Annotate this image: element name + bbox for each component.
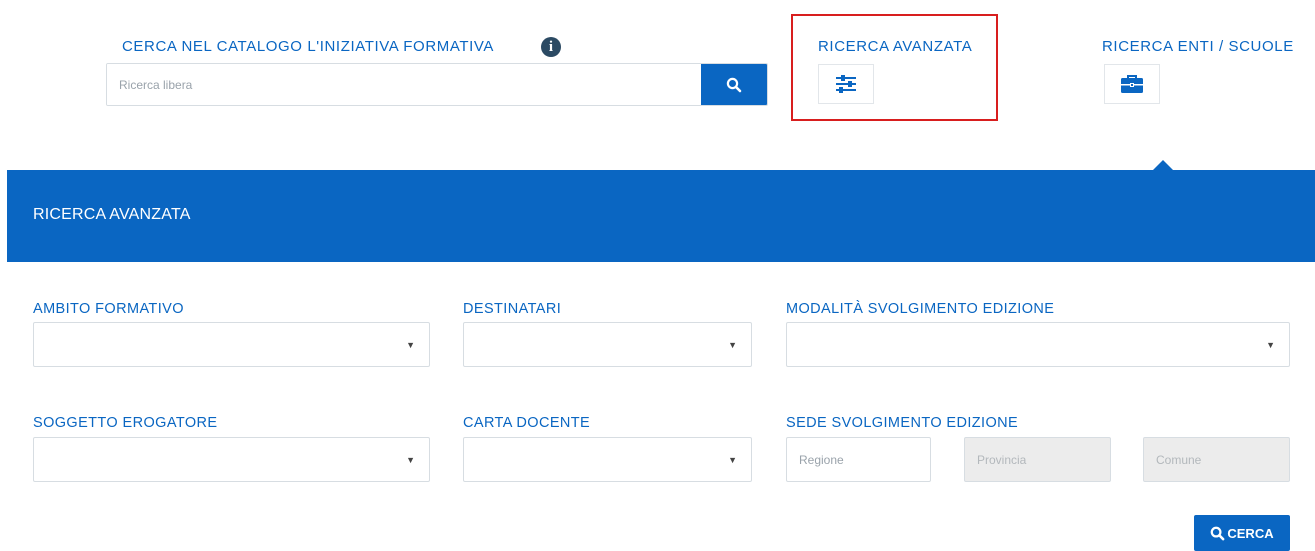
search-box	[106, 63, 768, 106]
carta-docente-label: CARTA DOCENTE	[463, 415, 591, 431]
comune-field[interactable]: Comune	[1143, 437, 1290, 482]
advanced-search-button[interactable]	[818, 64, 874, 104]
dropdown-arrow-icon: ▼	[406, 339, 415, 350]
search-icon	[726, 77, 742, 92]
info-icon[interactable]: i	[541, 37, 561, 57]
modalita-select[interactable]: ▼	[786, 322, 1290, 367]
sede-label: SEDE SVOLGIMENTO EDIZIONE	[786, 415, 1019, 431]
advanced-search-link[interactable]: RICERCA AVANZATA	[818, 38, 972, 55]
search-catalog-label: CERCA NEL CATALOGO L'INIZIATIVA FORMATIV…	[122, 38, 494, 55]
panel-title: RICERCA AVANZATA	[33, 206, 191, 223]
dropdown-arrow-icon: ▼	[728, 339, 737, 350]
entities-search-button[interactable]	[1104, 64, 1160, 104]
briefcase-icon	[1121, 75, 1143, 93]
dropdown-arrow-icon: ▼	[406, 454, 415, 465]
soggetto-erogatore-label: SOGGETTO EROGATORE	[33, 415, 218, 431]
ambito-formativo-select[interactable]: ▼	[33, 322, 430, 367]
cerca-button-label: CERCA	[1227, 525, 1274, 541]
modalita-label: MODALITÀ SVOLGIMENTO EDIZIONE	[786, 301, 1055, 317]
carta-docente-select[interactable]: ▼	[463, 437, 752, 482]
active-tab-caret	[1153, 160, 1173, 170]
destinatari-label: DESTINATARI	[463, 301, 562, 317]
search-input[interactable]	[107, 64, 701, 105]
ambito-formativo-label: AMBITO FORMATIVO	[33, 301, 184, 317]
soggetto-erogatore-select[interactable]: ▼	[33, 437, 430, 482]
cerca-button[interactable]: CERCA	[1194, 515, 1290, 551]
regione-field[interactable]: Regione	[786, 437, 931, 482]
panel-header	[7, 170, 1315, 262]
destinatari-select[interactable]: ▼	[463, 322, 752, 367]
search-icon	[1211, 526, 1225, 540]
dropdown-arrow-icon: ▼	[1266, 339, 1275, 350]
provincia-field[interactable]: Provincia	[964, 437, 1111, 482]
entities-search-link[interactable]: RICERCA ENTI / SCUOLE	[1102, 38, 1294, 55]
search-button[interactable]	[701, 64, 767, 105]
sliders-icon	[836, 75, 856, 93]
dropdown-arrow-icon: ▼	[728, 454, 737, 465]
